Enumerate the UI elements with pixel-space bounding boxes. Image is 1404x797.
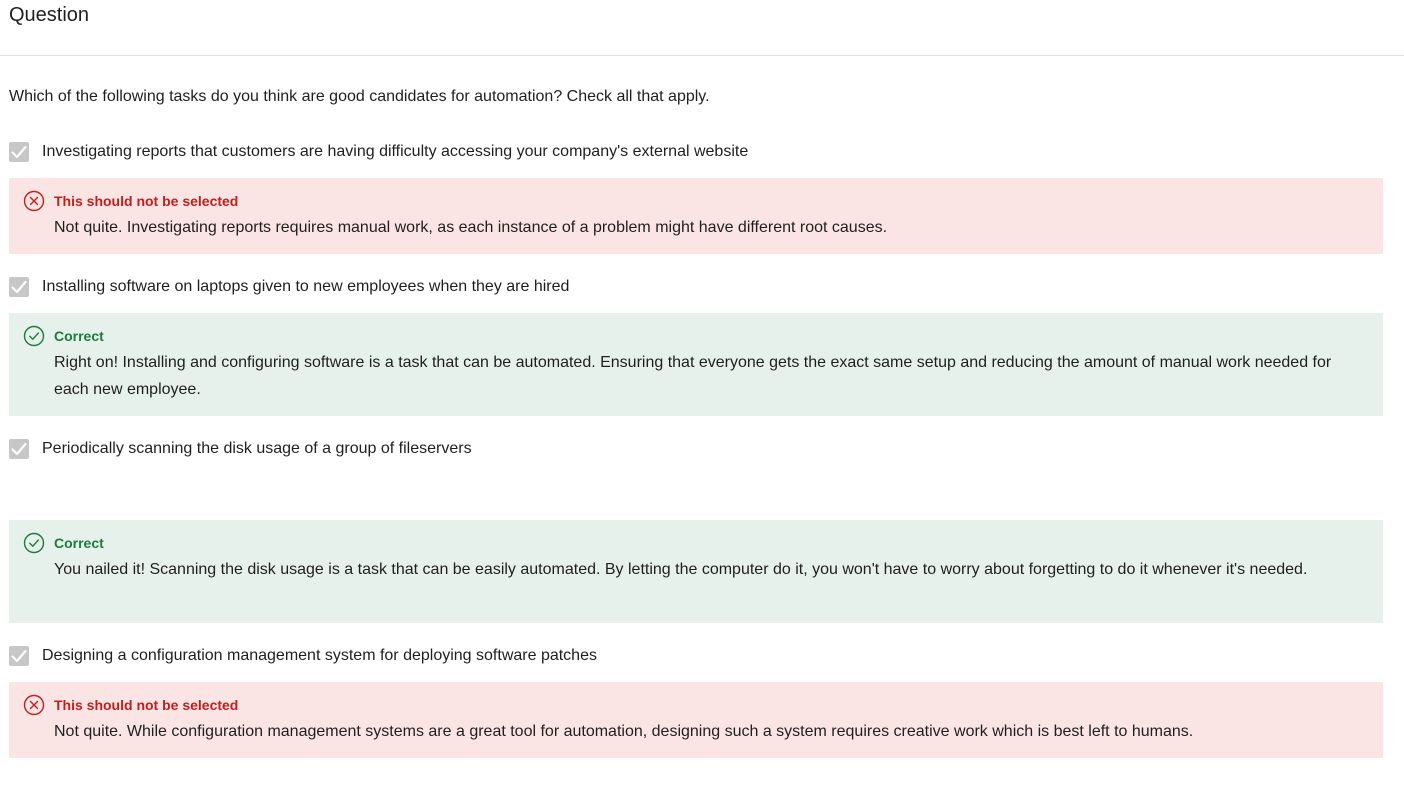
checkbox[interactable]	[9, 646, 29, 666]
check-icon	[11, 280, 27, 294]
feedback-status: Correct	[54, 328, 104, 344]
checkbox[interactable]	[9, 439, 29, 459]
option-checkbox-item[interactable]: Designing a configuration management sys…	[9, 644, 597, 668]
question-header: Question	[0, 0, 1404, 56]
option-checkbox-item[interactable]: Periodically scanning the disk usage of …	[9, 437, 472, 461]
feedback-incorrect: This should not be selected Not quite. I…	[9, 178, 1383, 254]
check-icon	[11, 442, 27, 456]
option-label: Investigating reports that customers are…	[42, 143, 749, 160]
option-label: Designing a configuration management sys…	[42, 647, 597, 664]
feedback-text: Not quite. While configuration managemen…	[54, 723, 1194, 740]
x-circle-icon	[23, 694, 45, 716]
feedback-status: This should not be selected	[54, 193, 239, 209]
option-checkbox-item[interactable]: Installing software on laptops given to …	[9, 275, 569, 299]
check-circle-icon	[23, 325, 45, 347]
feedback-text: Not quite. Investigating reports require…	[54, 219, 888, 236]
check-icon	[11, 145, 27, 159]
feedback-text: Right on! Installing and configuring sof…	[54, 354, 1332, 398]
option-label: Periodically scanning the disk usage of …	[42, 440, 472, 457]
feedback-correct: Correct You nailed it! Scanning the disk…	[9, 520, 1383, 623]
page-title: Question	[9, 4, 90, 26]
feedback-status: This should not be selected	[54, 697, 239, 713]
check-circle-icon	[23, 532, 45, 554]
option-checkbox-item[interactable]: Investigating reports that customers are…	[9, 140, 748, 164]
checkbox[interactable]	[9, 142, 29, 162]
checkbox[interactable]	[9, 277, 29, 297]
option-label: Installing software on laptops given to …	[42, 278, 570, 295]
feedback-text: You nailed it! Scanning the disk usage i…	[54, 561, 1308, 578]
feedback-incorrect: This should not be selected Not quite. W…	[9, 682, 1383, 758]
check-icon	[11, 649, 27, 663]
feedback-correct: Correct Right on! Installing and configu…	[9, 313, 1383, 416]
question-prompt: Which of the following tasks do you thin…	[9, 88, 710, 105]
x-circle-icon	[23, 190, 45, 212]
feedback-status: Correct	[54, 535, 104, 551]
